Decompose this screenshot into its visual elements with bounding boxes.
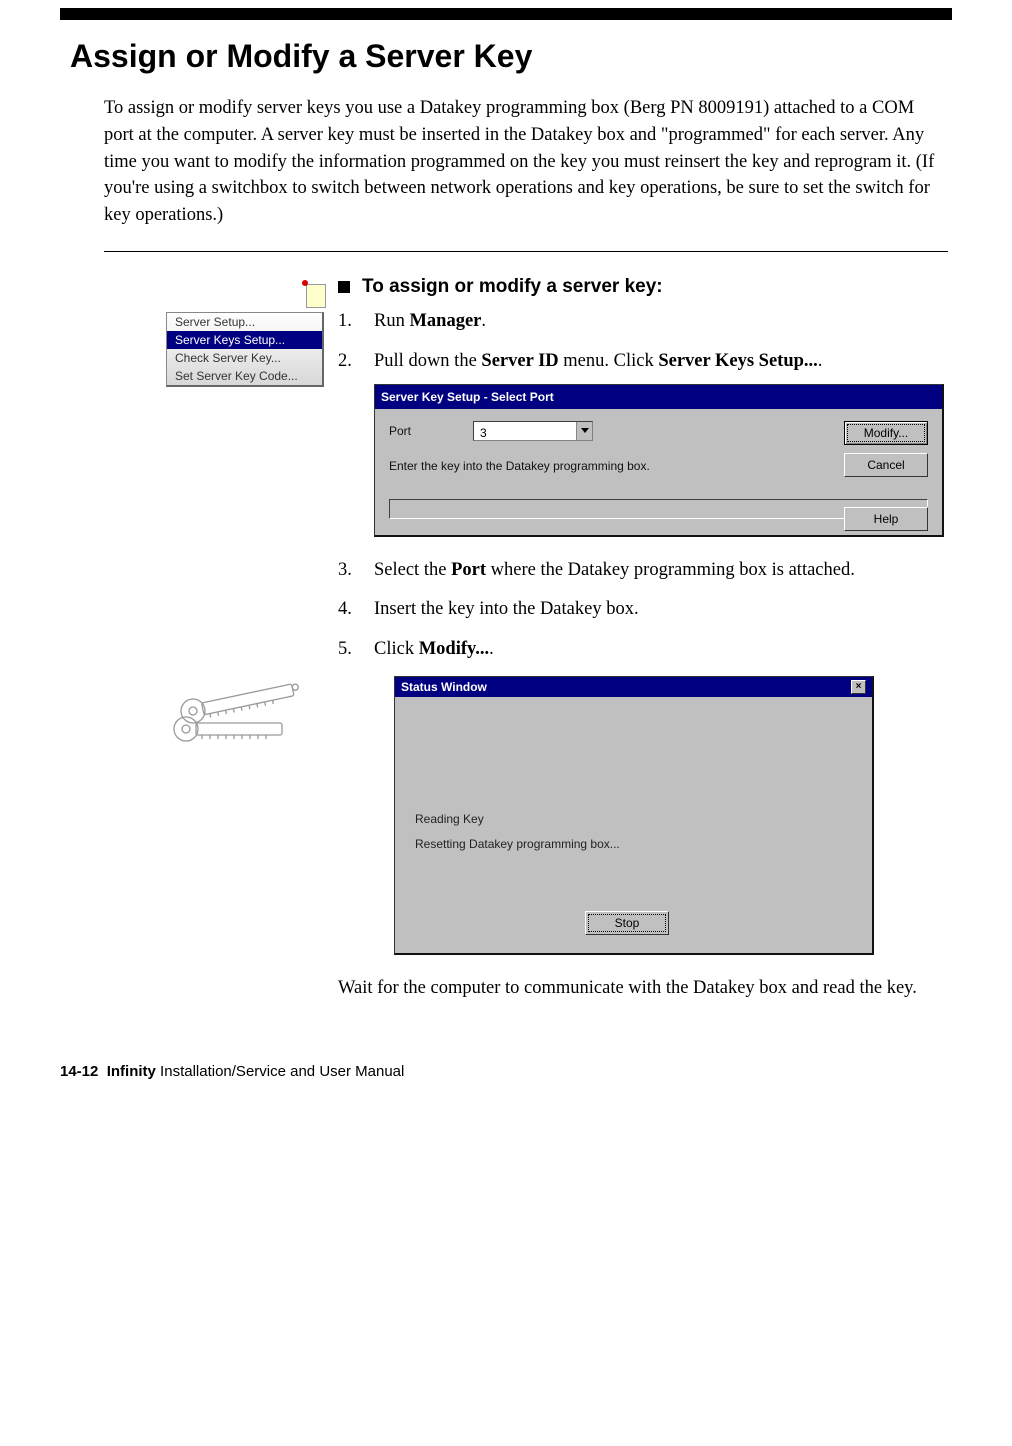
dialog-title: Server Key Setup - Select Port [381, 388, 554, 406]
port-label: Port [389, 422, 455, 440]
port-value: 3 [474, 422, 576, 440]
page-title: Assign or Modify a Server Key [70, 38, 952, 75]
intro-paragraph: To assign or modify server keys you use … [104, 95, 948, 229]
port-combobox[interactable]: 3 [473, 421, 593, 441]
dialog-select-port: Server Key Setup - Select Port Port 3 En… [374, 384, 944, 537]
step-2: Pull down the Server ID menu. Click Serv… [338, 348, 948, 537]
dialog-titlebar: Server Key Setup - Select Port [375, 385, 942, 409]
page-footer: 14-12 Infinity Installation/Service and … [60, 1063, 952, 1080]
procedure-list: Run Manager. Pull down the Server ID men… [338, 308, 948, 664]
chevron-down-icon[interactable] [576, 422, 592, 440]
page-number: 14-12 [60, 1063, 98, 1080]
dialog-titlebar: Status Window × [395, 677, 872, 697]
step-3: Select the Port where the Datakey progra… [338, 557, 948, 585]
menu-item-check-server-key[interactable]: Check Server Key... [167, 349, 322, 367]
step-4: Insert the key into the Datakey box. [338, 596, 948, 624]
close-icon[interactable]: × [851, 680, 866, 694]
keys-illustration [168, 687, 322, 754]
status-reading-key: Reading Key [415, 807, 620, 832]
procedure-heading: To assign or modify a server key: [338, 276, 948, 298]
step-5: Click Modify.... [338, 636, 948, 664]
modify-button[interactable]: Modify... [844, 421, 928, 445]
cancel-button[interactable]: Cancel [844, 453, 928, 477]
menu-item-server-setup[interactable]: Server Setup... [167, 313, 322, 331]
top-rule [60, 8, 952, 20]
trailing-paragraph: Wait for the computer to communicate wit… [338, 975, 948, 1003]
menu-item-set-server-key-code[interactable]: Set Server Key Code... [167, 367, 322, 385]
server-id-menu: Server Setup... Server Keys Setup... Che… [166, 312, 324, 387]
step-1: Run Manager. [338, 308, 948, 336]
dialog-title: Status Window [401, 680, 487, 694]
status-resetting-box: Resetting Datakey programming box... [415, 832, 620, 857]
stop-button[interactable]: Stop [585, 911, 669, 935]
dialog-status-window: Status Window × Reading Key Resetting Da… [394, 676, 874, 955]
note-icon [304, 282, 326, 308]
help-button[interactable]: Help [844, 507, 928, 531]
menu-item-server-keys-setup[interactable]: Server Keys Setup... [167, 331, 322, 349]
bullet-square-icon [338, 281, 350, 293]
section-rule [104, 251, 948, 252]
